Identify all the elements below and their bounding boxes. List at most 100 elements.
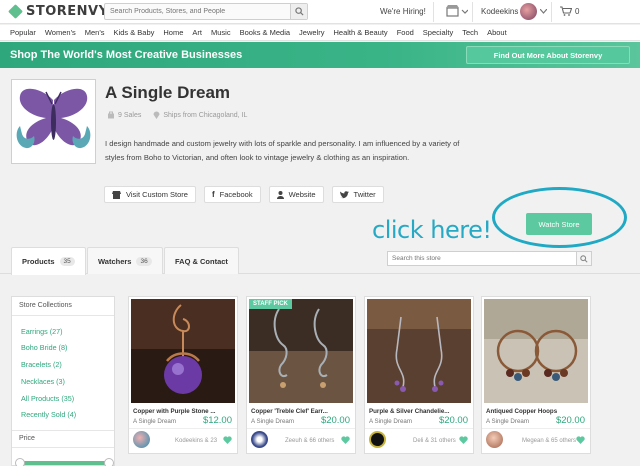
collection-bracelets[interactable]: Bracelets (2) [21, 360, 62, 369]
logo-mark-icon [8, 4, 23, 19]
product-card[interactable]: Antiqued Copper Hoops A Single Dream $20… [481, 296, 591, 454]
store-search-button[interactable] [576, 252, 591, 265]
user-avatar[interactable] [520, 3, 537, 20]
category-nav: Popular Women's Men's Kids & Baby Home A… [0, 25, 640, 41]
tab-label: Watchers [98, 256, 132, 266]
bag-icon [108, 111, 114, 119]
nav-music[interactable]: Music [211, 28, 231, 37]
collection-necklaces[interactable]: Necklaces (3) [21, 377, 65, 386]
favorites-text: Megean & 65 others [522, 438, 577, 444]
price-heading: Price [12, 430, 114, 448]
twitter-icon [339, 190, 349, 198]
search-icon [580, 254, 588, 263]
ships-from: Ships from Chicagoland, IL [153, 111, 247, 119]
nav-jewelry[interactable]: Jewelry [299, 28, 324, 37]
product-image[interactable] [131, 299, 235, 403]
collection-earrings[interactable]: Earrings (27) [21, 327, 63, 336]
collection-all-products[interactable]: All Products (35) [21, 394, 74, 403]
click-here-annotation: click here! [372, 216, 492, 244]
nav-kids-baby[interactable]: Kids & Baby [114, 28, 155, 37]
website-button[interactable]: Website [268, 186, 324, 203]
store-search-input[interactable] [388, 252, 576, 265]
promo-banner: Shop The World's Most Creative Businesse… [0, 42, 640, 68]
cart-count: 0 [575, 6, 580, 16]
product-card[interactable]: STAFF PICK Copper 'Treble Clef' Earr... … [246, 296, 356, 454]
price-slider-min-handle[interactable] [15, 458, 25, 466]
product-title[interactable]: Copper with Purple Stone ... [133, 408, 216, 415]
facebook-button[interactable]: f Facebook [203, 186, 261, 203]
chevron-down-icon[interactable] [540, 9, 547, 14]
cart-button[interactable]: 0 [560, 6, 579, 16]
product-title[interactable]: Antiqued Copper Hoops [486, 408, 557, 415]
ships-text: Ships from Chicagoland, IL [163, 111, 248, 119]
social-links: Visit Custom Store f Facebook Website Tw… [104, 186, 384, 203]
avatar[interactable] [133, 431, 150, 448]
store-logo [11, 79, 96, 164]
sales-count: 9 Sales [107, 111, 141, 119]
product-price: $20.00 [320, 415, 350, 426]
website-label: Website [288, 190, 316, 199]
location-pin-icon [153, 111, 160, 119]
avatar[interactable] [369, 431, 386, 448]
hiring-link[interactable]: We're Hiring! [380, 7, 426, 16]
product-photo [367, 299, 471, 403]
visit-custom-store-button[interactable]: Visit Custom Store [104, 186, 196, 203]
product-shop[interactable]: A Single Dream [486, 418, 529, 425]
nav-specialty[interactable]: Specialty [423, 28, 453, 37]
price-slider[interactable] [20, 461, 106, 465]
logo-text: STORENVY [26, 4, 109, 19]
search-icon [294, 7, 304, 16]
heart-icon[interactable] [576, 436, 585, 444]
twitter-button[interactable]: Twitter [331, 186, 384, 203]
nav-health-beauty[interactable]: Health & Beauty [333, 28, 387, 37]
product-image[interactable] [484, 299, 588, 403]
tab-faq-contact[interactable]: FAQ & Contact [164, 247, 239, 274]
product-shop[interactable]: A Single Dream [251, 418, 294, 425]
search-input[interactable] [105, 4, 289, 19]
nav-food[interactable]: Food [397, 28, 414, 37]
username[interactable]: Kodeekins [481, 7, 518, 16]
cart-icon [560, 6, 572, 16]
avatar[interactable] [251, 431, 268, 448]
count-badge: 35 [59, 257, 75, 266]
nav-tech[interactable]: Tech [462, 28, 478, 37]
avatar[interactable] [486, 431, 503, 448]
divider [551, 2, 552, 22]
nav-womens[interactable]: Women's [45, 28, 76, 37]
heart-icon[interactable] [341, 436, 350, 444]
price-slider-max-handle[interactable] [104, 458, 114, 466]
collection-boho-bride[interactable]: Boho Bride (8) [21, 343, 67, 352]
nav-books-media[interactable]: Books & Media [240, 28, 290, 37]
shop-icon [112, 190, 121, 199]
product-card[interactable]: Copper with Purple Stone ... A Single Dr… [128, 296, 238, 454]
product-price: $20.00 [438, 415, 468, 426]
find-out-more-button[interactable]: Find Out More About Storenvy [466, 46, 630, 64]
product-shop[interactable]: A Single Dream [369, 418, 412, 425]
store-icon [446, 5, 469, 17]
store-search [387, 251, 592, 266]
collection-recently-sold[interactable]: Recently Sold (4) [21, 410, 76, 419]
product-image[interactable] [249, 299, 353, 403]
product-title[interactable]: Copper 'Treble Clef' Earr... [251, 408, 328, 415]
heart-icon[interactable] [223, 436, 232, 444]
product-image[interactable] [367, 299, 471, 403]
store-menu[interactable] [446, 5, 469, 19]
heart-icon[interactable] [459, 436, 468, 444]
collections-heading: Store Collections [12, 297, 114, 316]
product-title[interactable]: Purple & Silver Chandelie... [369, 408, 449, 415]
nav-popular[interactable]: Popular [10, 28, 36, 37]
product-card[interactable]: Purple & Silver Chandelie... A Single Dr… [364, 296, 474, 454]
product-shop[interactable]: A Single Dream [133, 418, 176, 425]
highlight-circle [492, 187, 627, 248]
nav-mens[interactable]: Men's [85, 28, 105, 37]
banner-title: Shop The World's Most Creative Businesse… [10, 49, 243, 61]
nav-home[interactable]: Home [163, 28, 183, 37]
tab-products[interactable]: Products 35 [11, 247, 86, 275]
search-button[interactable] [290, 4, 307, 19]
nav-art[interactable]: Art [192, 28, 202, 37]
nav-about[interactable]: About [487, 28, 507, 37]
tab-watchers[interactable]: Watchers 36 [87, 247, 163, 274]
person-icon [276, 190, 284, 199]
favorites-text: Zeeuh & 66 others [285, 438, 335, 444]
storenvy-logo[interactable]: STORENVY [8, 4, 109, 19]
